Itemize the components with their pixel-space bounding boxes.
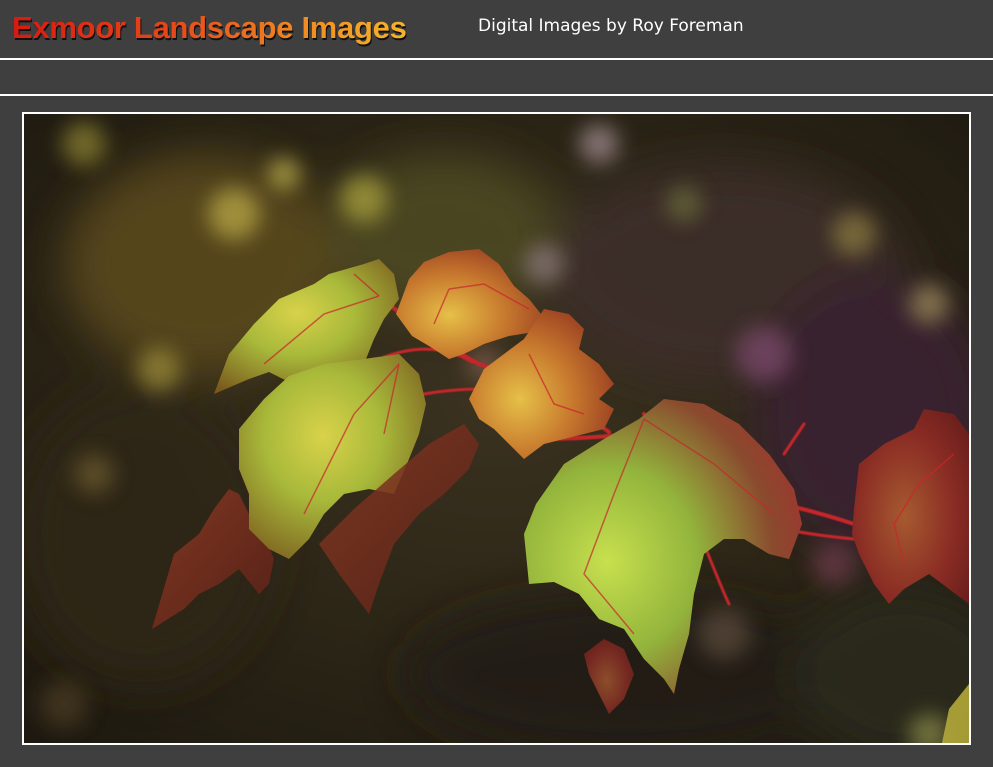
photo-frame — [22, 112, 971, 745]
site-subtitle: Digital Images by Roy Foreman — [478, 16, 744, 36]
nav-bar — [0, 60, 993, 96]
autumn-leaves-photo — [24, 114, 969, 743]
site-title[interactable]: Exmoor Landscape Images — [12, 9, 407, 47]
site-header: Exmoor Landscape Images Digital Images b… — [0, 0, 993, 60]
